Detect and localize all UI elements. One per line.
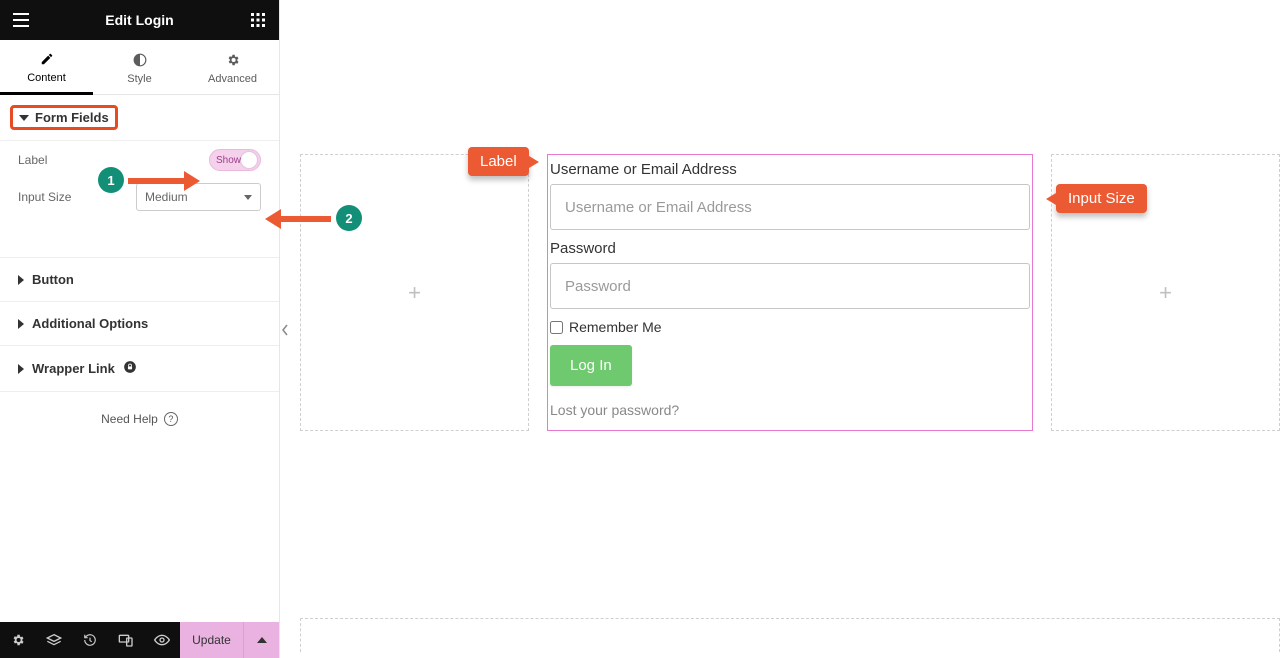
- need-help-text: Need Help: [101, 412, 158, 426]
- annotation-input-size-callout: Input Size: [1056, 184, 1147, 213]
- chevron-down-icon: [19, 115, 29, 121]
- help-icon: ?: [164, 412, 178, 426]
- preview-icon[interactable]: [144, 622, 180, 658]
- chevron-up-icon: [257, 637, 267, 643]
- history-icon[interactable]: [72, 622, 108, 658]
- settings-icon[interactable]: [0, 622, 36, 658]
- annotation-badge-1: 1: [98, 167, 124, 193]
- section-additional-options[interactable]: Additional Options: [0, 302, 279, 346]
- lost-password-text: Lost your password?: [550, 402, 679, 418]
- empty-column-left[interactable]: +: [300, 154, 529, 431]
- annotation-label-callout: Label: [468, 147, 529, 176]
- chevron-right-icon: [18, 319, 24, 329]
- responsive-icon[interactable]: [108, 622, 144, 658]
- tab-content[interactable]: Content: [0, 40, 93, 95]
- panel-tabs: Content Style Advanced: [0, 40, 279, 95]
- tab-label: Content: [27, 72, 66, 84]
- section-title: Button: [32, 272, 74, 287]
- lock-icon: [123, 360, 137, 377]
- username-input[interactable]: [550, 184, 1030, 230]
- update-button[interactable]: Update: [180, 622, 243, 658]
- tab-label: Advanced: [208, 73, 257, 85]
- section-form-fields[interactable]: Form Fields: [10, 105, 118, 130]
- tab-advanced[interactable]: Advanced: [186, 40, 279, 94]
- panel-header: Edit Login: [0, 0, 279, 40]
- plus-icon: +: [408, 280, 421, 306]
- select-value: Medium: [145, 190, 188, 204]
- password-input[interactable]: [550, 263, 1030, 309]
- remember-checkbox[interactable]: [550, 321, 563, 334]
- panel-footer: Update: [0, 622, 279, 658]
- login-button-label: Log In: [570, 357, 612, 374]
- chevron-right-icon: [18, 275, 24, 285]
- section-title: Form Fields: [35, 110, 109, 125]
- apps-grid-icon[interactable]: [249, 11, 267, 29]
- editor-canvas: + Username or Email Address Password Rem…: [280, 0, 1280, 658]
- navigator-icon[interactable]: [36, 622, 72, 658]
- editor-panel: Edit Login Content Style: [0, 0, 280, 658]
- login-widget[interactable]: Username or Email Address Password Remem…: [547, 154, 1033, 431]
- panel-title: Edit Login: [105, 12, 173, 28]
- annotation-arrow-2: [265, 212, 331, 226]
- section-title: Wrapper Link: [32, 361, 115, 376]
- section-button[interactable]: Button: [0, 257, 279, 302]
- toggle-knob: [241, 152, 257, 168]
- chevron-right-icon: [18, 364, 24, 374]
- control-input-size-name: Input Size: [18, 190, 71, 204]
- contrast-icon: [131, 51, 149, 69]
- annotation-arrow-1: [128, 174, 200, 188]
- username-label: Username or Email Address: [548, 159, 1032, 180]
- section-title: Additional Options: [32, 316, 148, 331]
- chevron-down-icon: [244, 195, 252, 200]
- control-label-name: Label: [18, 153, 47, 167]
- control-label-row: Label Show: [18, 149, 261, 171]
- lost-password-link[interactable]: Lost your password?: [548, 386, 1032, 422]
- update-options-button[interactable]: [243, 622, 279, 658]
- password-label: Password: [548, 238, 1032, 259]
- pencil-icon: [38, 50, 56, 68]
- annotation-badge-2: 2: [336, 205, 362, 231]
- plus-icon: +: [1159, 280, 1172, 306]
- toggle-text: Show: [210, 155, 241, 166]
- update-label: Update: [192, 633, 231, 647]
- tab-label: Style: [127, 73, 151, 85]
- section-wrapper-link[interactable]: Wrapper Link: [0, 346, 279, 392]
- add-section-area[interactable]: [300, 618, 1280, 652]
- remember-label: Remember Me: [569, 319, 662, 335]
- hamburger-icon[interactable]: [12, 11, 30, 29]
- label-toggle[interactable]: Show: [209, 149, 261, 171]
- tab-style[interactable]: Style: [93, 40, 186, 94]
- need-help[interactable]: Need Help ?: [0, 392, 279, 446]
- panel-collapse-handle[interactable]: [279, 322, 291, 338]
- gear-icon: [224, 51, 242, 69]
- login-button[interactable]: Log In: [550, 345, 632, 386]
